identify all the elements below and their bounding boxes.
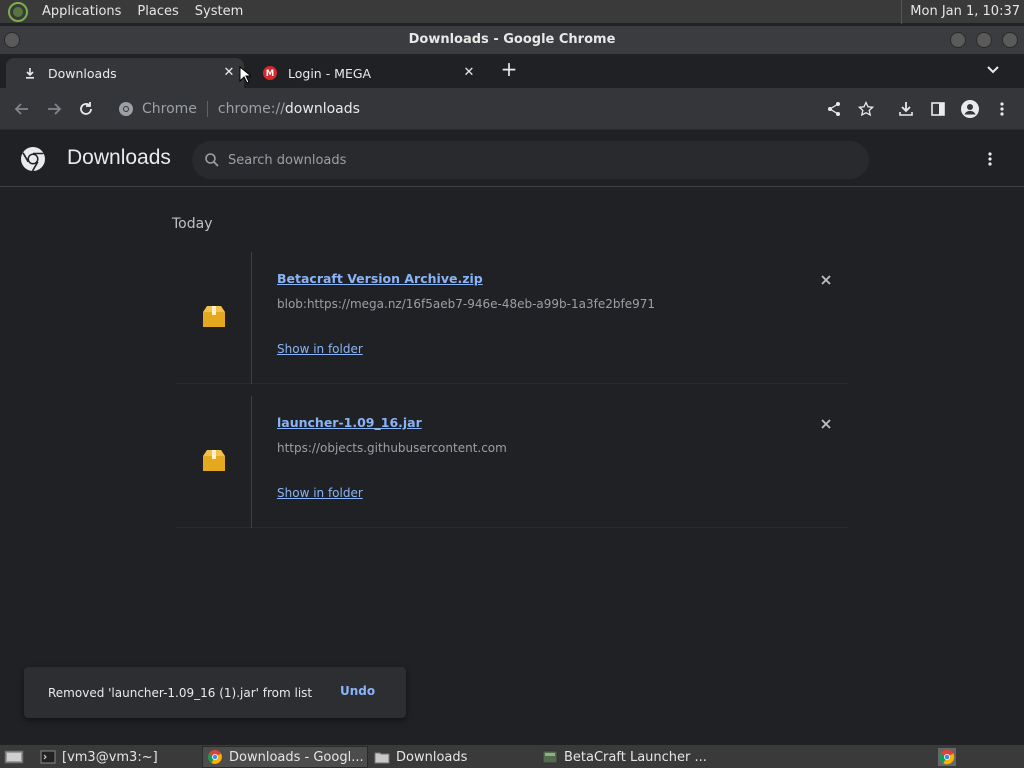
mouse-cursor-icon (239, 65, 253, 84)
tab-close-icon[interactable]: ✕ (220, 64, 238, 82)
downloads-header: Downloads (0, 131, 1024, 187)
window-menu-icon[interactable] (4, 32, 20, 48)
file-icon-column (176, 252, 252, 384)
file-source-url: blob:https://mega.nz/16f5aeb7-946e-48eb-… (277, 297, 655, 311)
java-icon (542, 749, 558, 765)
show-in-folder-link[interactable]: Show in folder (277, 342, 363, 356)
toast-message: Removed 'launcher-1.09_16 (1).jar' from … (48, 685, 313, 700)
omnibox-url: chrome://downloads (217, 101, 360, 117)
file-icon-column (176, 396, 252, 528)
maximize-icon[interactable] (976, 32, 992, 48)
date-group-label: Today (172, 216, 213, 232)
panel-clock[interactable]: Mon Jan 1, 10:37 (901, 0, 1020, 24)
menu-places[interactable]: Places (129, 4, 186, 19)
window-titlebar[interactable]: Downloads - Google Chrome (0, 26, 1024, 54)
taskbar-item-terminal[interactable]: [vm3@vm3:~] (36, 746, 198, 768)
bookmark-star-icon[interactable] (854, 97, 878, 121)
chevron-down-icon[interactable] (982, 58, 1004, 80)
taskbar-item-label: Downloads - Googl... (229, 749, 364, 765)
reload-icon[interactable] (74, 97, 98, 121)
new-tab-icon[interactable]: + (498, 58, 520, 80)
omnibox-chip-label: Chrome (142, 101, 197, 117)
search-bar[interactable] (192, 141, 869, 179)
remove-item-icon[interactable] (816, 270, 836, 290)
file-source-url: https://objects.githubusercontent.com (277, 441, 507, 455)
tab-label: Downloads (48, 65, 117, 81)
downloads-toolbar-icon[interactable] (894, 97, 918, 121)
remove-item-icon[interactable] (816, 414, 836, 434)
chrome-logo-icon (20, 146, 46, 172)
share-icon[interactable] (822, 97, 846, 121)
window-title: Downloads - Google Chrome (408, 32, 616, 47)
undo-button[interactable]: Undo (340, 684, 375, 698)
file-name-link[interactable]: launcher-1.09_16.jar (277, 415, 422, 430)
svg-text:M: M (266, 69, 274, 79)
more-options-icon[interactable] (980, 149, 1000, 169)
terminal-icon (40, 749, 56, 765)
forward-icon[interactable] (42, 97, 66, 121)
menu-system[interactable]: System (187, 4, 251, 19)
show-desktop-icon[interactable] (0, 746, 30, 768)
show-in-folder-link[interactable]: Show in folder (277, 486, 363, 500)
profile-avatar-icon[interactable] (958, 97, 982, 121)
page-title: Downloads (67, 146, 171, 169)
close-window-icon[interactable] (1002, 32, 1018, 48)
taskbar-item-chrome[interactable]: Downloads - Googl... (202, 746, 368, 768)
taskbar-item-betacraft[interactable]: BetaCraft Launcher ... (538, 746, 708, 768)
search-input[interactable] (228, 152, 828, 168)
tab-close-icon[interactable]: ✕ (460, 64, 478, 82)
chrome-icon (207, 749, 223, 765)
download-item: Betacraft Version Archive.zip blob:https… (176, 252, 848, 384)
taskbar-item-label: [vm3@vm3:~] (62, 749, 158, 765)
browser-toolbar: Chrome chrome://downloads (0, 88, 1024, 130)
minimize-icon[interactable] (950, 32, 966, 48)
taskbar-item-folder[interactable]: Downloads (370, 746, 536, 768)
tab-label: Login - MEGA (288, 65, 372, 81)
removed-toast: Removed 'launcher-1.09_16 (1).jar' from … (24, 667, 406, 718)
address-bar[interactable]: Chrome chrome://downloads (108, 94, 888, 124)
search-icon (204, 152, 220, 168)
chrome-icon (108, 101, 134, 117)
folder-icon (374, 749, 390, 765)
omnibox-separator (206, 101, 208, 117)
tray-chrome-icon[interactable] (936, 746, 958, 768)
download-item: launcher-1.09_16.jar https://objects.git… (176, 396, 848, 528)
browser-menu-icon[interactable] (990, 97, 1014, 121)
file-name-link[interactable]: Betacraft Version Archive.zip (277, 271, 483, 286)
download-icon (22, 65, 38, 81)
menu-applications[interactable]: Applications (34, 4, 129, 19)
tab-login-mega[interactable]: M Login - MEGA ✕ (246, 58, 484, 88)
screen: Applications Places System Mon Jan 1, 10… (0, 0, 1024, 768)
bottom-taskbar: [vm3@vm3:~] Downloads - Googl... Downloa… (0, 744, 1024, 768)
side-panel-icon[interactable] (926, 97, 950, 121)
top-panel: Applications Places System Mon Jan 1, 10… (0, 0, 1024, 24)
distro-logo-icon[interactable] (8, 1, 28, 22)
taskbar-item-label: Downloads (396, 749, 468, 765)
taskbar-item-label: BetaCraft Launcher ... (564, 749, 707, 765)
mega-icon: M (262, 65, 278, 81)
archive-file-icon (201, 303, 227, 333)
tab-downloads[interactable]: Downloads ✕ (6, 58, 244, 88)
back-icon[interactable] (10, 97, 34, 121)
archive-file-icon (201, 447, 227, 477)
